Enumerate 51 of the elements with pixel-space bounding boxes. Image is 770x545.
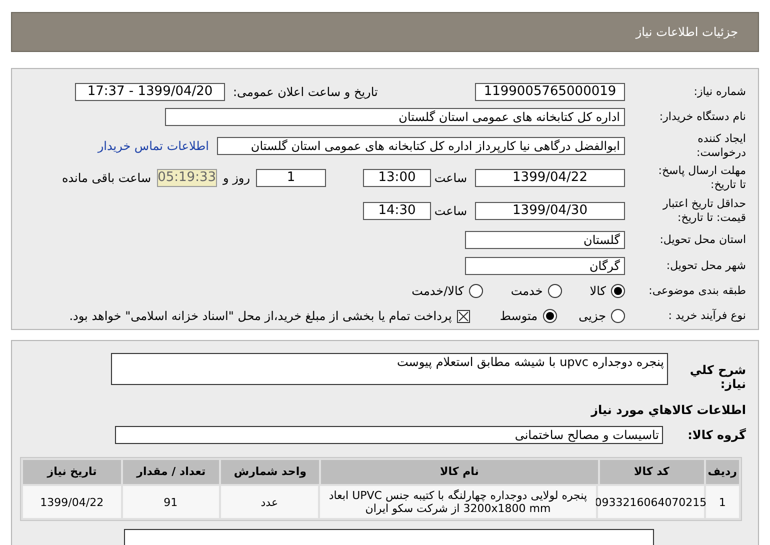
table-cell: 0933216064070215 — [598, 486, 704, 518]
field-label: نام دستگاه خریدار: — [658, 110, 747, 124]
requester-field[interactable]: ابوالفضل درگاهی نیا کارپرداز اداره کل کتابخانه های عمومی استان گلستان — [217, 137, 625, 156]
time-label: ساعت — [435, 170, 467, 188]
column-header: ردیف — [706, 460, 739, 484]
section-title: اطلاعات کالاهاي مورد نياز — [591, 402, 747, 418]
column-header: تعداد / مقدار — [123, 460, 220, 484]
radio-button[interactable]: جزیی — [578, 307, 625, 326]
column-header: واحد شمارش — [221, 460, 320, 484]
table-cell: عدد — [220, 486, 318, 518]
field-label: ایجاد کننده درخواست: — [696, 132, 747, 160]
field-label: تاریخ و ساعت اعلان عمومی: — [232, 84, 379, 99]
field-label: استان محل تحویل: — [658, 233, 747, 248]
column-header: تاریخ نیاز — [22, 460, 122, 484]
field-label: شماره نیاز: — [692, 84, 747, 99]
time-field[interactable]: 14:30 — [363, 202, 431, 220]
table-cell: 91 — [122, 486, 219, 518]
description-field[interactable]: پنجره دوجداره upvc با شیشه مطابق استعلام پیوست — [111, 353, 668, 385]
table-cell: 1399/04/22 — [23, 486, 121, 518]
time-label: ساعت — [435, 203, 467, 220]
radio-button[interactable]: کالا/خدمت — [412, 282, 483, 300]
radio-button[interactable]: متوسط — [500, 307, 557, 326]
page-title: جزئیات اطلاعات نیاز — [636, 24, 738, 41]
field-label: نوع فرآیند خرید : — [667, 309, 747, 324]
remaining-time-field: 05:19:33 — [157, 169, 217, 188]
buyer-org-field[interactable]: اداره کل کتابخانه های عمومی استان گلستان — [165, 108, 625, 126]
time-field[interactable]: 13:00 — [363, 169, 431, 188]
field-label: شرح کلي نياز: — [688, 362, 747, 391]
goods-group-field[interactable]: تاسیسات و مصالح ساختمانی — [115, 426, 663, 444]
field-label: طبقه بندی موضوعی: — [648, 284, 747, 298]
field-label: شهر محل تحویل: — [665, 258, 747, 273]
days-field[interactable]: 1 — [256, 169, 326, 188]
remaining-label: ساعت باقی مانده — [62, 170, 151, 188]
days-label: روز و — [223, 170, 250, 188]
city-field[interactable]: گرگان — [465, 256, 625, 275]
field-label: حداقل تاریخ اعتبار قیمت: تا تاریخ: — [662, 197, 747, 226]
column-header: کد کالا — [600, 460, 704, 484]
field-label: گروه کالا: — [686, 428, 747, 442]
table-cell: 1 — [706, 486, 739, 518]
announce-date-field[interactable]: 1399/04/20 - 17:37 — [75, 82, 225, 101]
treasury-checkbox[interactable]: پرداخت تمام یا بخشی از مبلغ خرید،از محل "اسناد خزانه اسلامی" خواهد بود. — [69, 307, 470, 326]
need-number-field[interactable]: 1199005765000019 — [475, 82, 625, 101]
table-cell: پنجره لولایی دوجداره چهارلنگه با کتیبه جنس UPVC ابعاد 3200x1800 mm از شرکت سکو ایران — [320, 486, 596, 518]
field-label: مهلت ارسال پاسخ: تا تاریخ: — [657, 164, 747, 192]
column-header: نام کالا — [321, 460, 598, 484]
date-field[interactable]: 1399/04/30 — [475, 202, 625, 220]
contact-link[interactable]: اطلاعات تماس خریدار — [98, 137, 209, 156]
date-field[interactable]: 1399/04/22 — [475, 169, 625, 188]
radio-button[interactable]: کالا — [590, 282, 625, 300]
province-field[interactable]: گلستان — [465, 231, 625, 250]
radio-button[interactable]: خدمت — [510, 282, 562, 300]
